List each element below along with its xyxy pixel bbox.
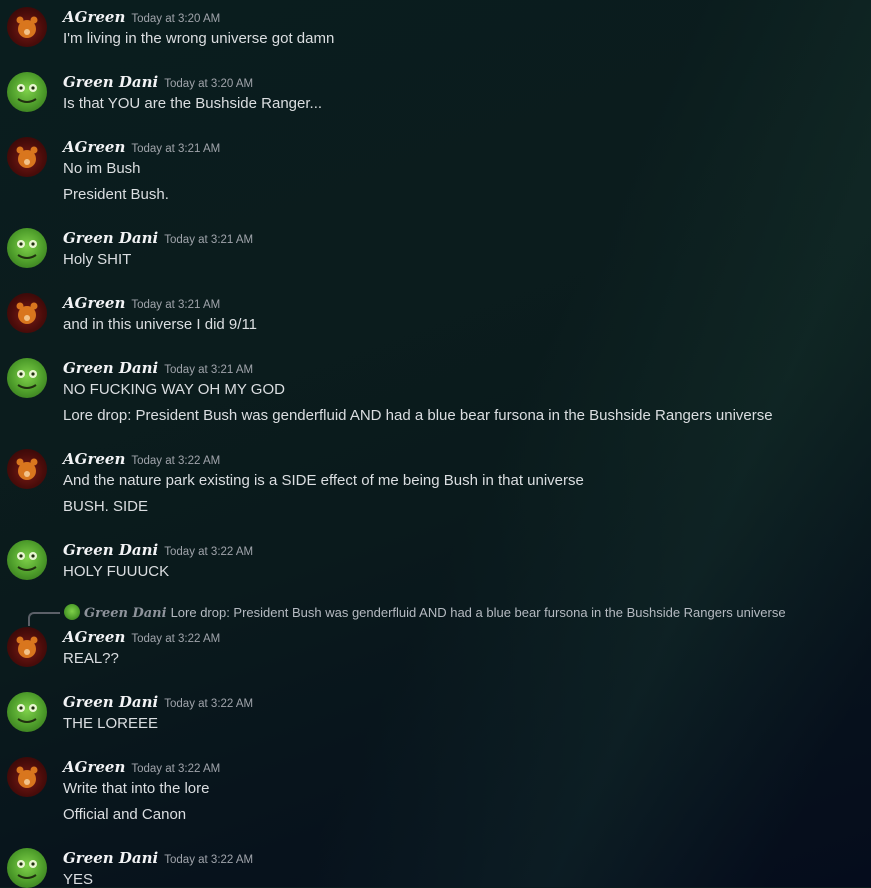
message-text: and in this universe I did 9/11: [63, 316, 258, 333]
message-text: YES: [63, 871, 94, 888]
frog-avatar-icon: [17, 84, 37, 103]
username[interactable]: AGreen: [63, 628, 125, 646]
message-header: AGreen Today at 3:21 AM: [63, 138, 220, 158]
username[interactable]: Green Dani: [63, 849, 158, 867]
timestamp[interactable]: Today at 3:21 AM: [131, 299, 220, 311]
username[interactable]: Green Dani: [63, 359, 158, 377]
message-text: Holy SHIT: [63, 251, 132, 268]
timestamp[interactable]: Today at 3:22 AM: [131, 455, 220, 467]
message-header: Green Dani Today at 3:22 AM: [63, 541, 253, 561]
message-text: Is that YOU are the Bushside Ranger...: [63, 95, 323, 112]
username[interactable]: AGreen: [63, 8, 125, 26]
message-header: Green Dani Today at 3:22 AM: [63, 693, 253, 713]
frog-avatar-icon: [17, 240, 37, 259]
message-text: President Bush.: [63, 186, 169, 203]
timestamp[interactable]: Today at 3:21 AM: [131, 143, 220, 155]
avatar-dani[interactable]: [7, 848, 47, 888]
reply-avatar-icon: [64, 604, 80, 620]
timestamp[interactable]: Today at 3:22 AM: [164, 546, 253, 558]
avatar-agreen[interactable]: [7, 293, 47, 333]
avatar-dani[interactable]: [7, 540, 47, 580]
message-text: NO FUCKING WAY OH MY GOD: [63, 381, 285, 398]
timestamp[interactable]: Today at 3:20 AM: [164, 78, 253, 90]
bear-avatar-icon: [16, 302, 38, 324]
message-text: Lore drop: President Bush was genderflui…: [63, 407, 773, 424]
reply-text[interactable]: Lore drop: President Bush was genderflui…: [171, 605, 786, 620]
message-text: HOLY FUUUCK: [63, 563, 170, 580]
bear-avatar-icon: [16, 636, 38, 658]
frog-avatar-icon: [17, 704, 37, 723]
avatar-dani[interactable]: [7, 692, 47, 732]
message-text: And the nature park existing is a SIDE e…: [63, 472, 584, 489]
avatar-agreen[interactable]: [7, 449, 47, 489]
timestamp[interactable]: Today at 3:20 AM: [131, 13, 220, 25]
username[interactable]: Green Dani: [63, 541, 158, 559]
timestamp[interactable]: Today at 3:22 AM: [164, 854, 253, 866]
avatar-dani[interactable]: [7, 72, 47, 112]
avatar-agreen[interactable]: [7, 7, 47, 47]
message-header: AGreen Today at 3:22 AM: [63, 758, 220, 778]
timestamp[interactable]: Today at 3:21 AM: [164, 364, 253, 376]
bear-avatar-icon: [16, 766, 38, 788]
message-text: THE LOREEE: [63, 715, 159, 732]
message-header: Green Dani Today at 3:22 AM: [63, 849, 253, 869]
message-text: REAL??: [63, 650, 119, 667]
timestamp[interactable]: Today at 3:21 AM: [164, 234, 253, 246]
frog-avatar-icon: [17, 370, 37, 389]
message-header: Green Dani Today at 3:21 AM: [63, 229, 253, 249]
username[interactable]: Green Dani: [63, 229, 158, 247]
bear-avatar-icon: [16, 458, 38, 480]
bear-avatar-icon: [16, 16, 38, 38]
reply-spine: [28, 612, 60, 626]
message-text: Official and Canon: [63, 806, 187, 823]
reply-author[interactable]: Green Dani: [84, 606, 167, 621]
timestamp[interactable]: Today at 3:22 AM: [131, 763, 220, 775]
message-text: I'm living in the wrong universe got dam…: [63, 30, 335, 47]
message-text: No im Bush: [63, 160, 141, 177]
frog-avatar-icon: [17, 552, 37, 571]
avatar-dani[interactable]: [7, 228, 47, 268]
message-text: Write that into the lore: [63, 780, 210, 797]
avatar-dani[interactable]: [7, 358, 47, 398]
message-header: Green Dani Today at 3:20 AM: [63, 73, 253, 93]
username[interactable]: Green Dani: [63, 693, 158, 711]
avatar-agreen[interactable]: [7, 137, 47, 177]
username[interactable]: AGreen: [63, 450, 125, 468]
message-header: AGreen Today at 3:21 AM: [63, 294, 220, 314]
timestamp[interactable]: Today at 3:22 AM: [164, 698, 253, 710]
message-text: BUSH. SIDE: [63, 498, 149, 515]
frog-avatar-icon: [17, 860, 37, 879]
username[interactable]: AGreen: [63, 138, 125, 156]
username[interactable]: AGreen: [63, 758, 125, 776]
bear-avatar-icon: [16, 146, 38, 168]
avatar-agreen[interactable]: [7, 757, 47, 797]
message-header: Green Dani Today at 3:21 AM: [63, 359, 253, 379]
message-header: AGreen Today at 3:22 AM: [63, 628, 220, 648]
avatar-agreen[interactable]: [7, 627, 47, 667]
message-header: AGreen Today at 3:20 AM: [63, 8, 220, 28]
message-header: AGreen Today at 3:22 AM: [63, 450, 220, 470]
username[interactable]: AGreen: [63, 294, 125, 312]
timestamp[interactable]: Today at 3:22 AM: [131, 633, 220, 645]
username[interactable]: Green Dani: [63, 73, 158, 91]
